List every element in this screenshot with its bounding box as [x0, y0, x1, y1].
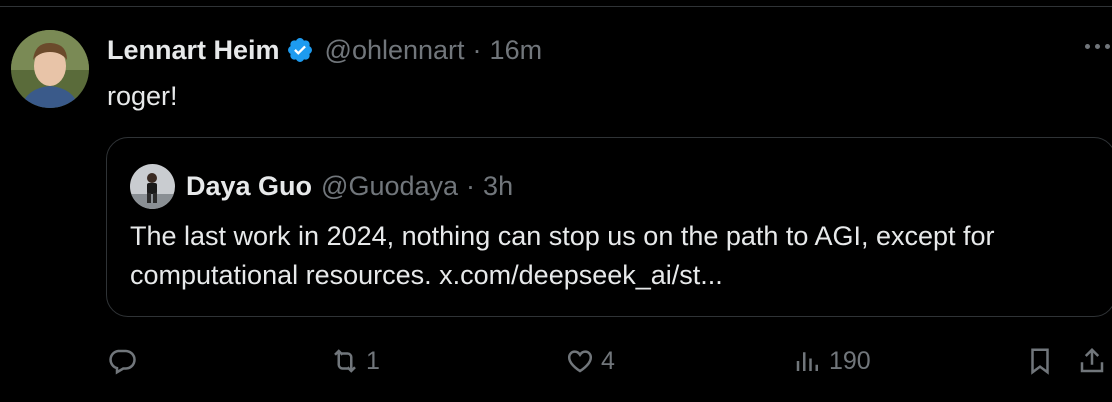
author-avatar[interactable]	[11, 30, 89, 108]
like-button[interactable]: 4	[565, 340, 615, 382]
quoted-author-name[interactable]: Daya Guo	[186, 171, 312, 202]
views-icon	[796, 352, 818, 371]
quoted-tweet[interactable]: Daya Guo @Guodaya · 3h The last work in …	[106, 137, 1112, 317]
quoted-tweet-header: Daya Guo @Guodaya · 3h	[130, 164, 513, 209]
divider	[0, 6, 1112, 7]
like-count: 4	[601, 346, 615, 375]
bookmark-icon	[1031, 348, 1049, 375]
tweet-time[interactable]: 16m	[490, 35, 543, 66]
tweet-text: roger!	[107, 81, 178, 111]
retweet-button[interactable]: 1	[330, 340, 380, 382]
quoted-separator: ·	[466, 171, 476, 201]
views-button[interactable]: 190	[793, 340, 871, 382]
retweet-icon	[334, 349, 356, 373]
author-name[interactable]: Lennart Heim	[107, 35, 280, 66]
reply-icon	[109, 349, 136, 375]
share-button[interactable]	[1077, 340, 1107, 382]
quoted-tweet-text: The last work in 2024, nothing can stop …	[130, 221, 995, 290]
author-handle[interactable]: @ohlennart	[325, 35, 465, 66]
share-icon	[1080, 347, 1104, 373]
more-icon[interactable]	[1085, 44, 1110, 49]
retweet-count: 1	[366, 346, 380, 375]
reply-button[interactable]	[107, 340, 143, 382]
quoted-time[interactable]: 3h	[483, 171, 513, 202]
quoted-author-avatar	[130, 164, 175, 209]
quoted-author-handle[interactable]: @Guodaya	[321, 171, 458, 202]
views-count: 190	[829, 346, 871, 375]
like-icon	[567, 350, 593, 373]
separator: ·	[472, 34, 482, 65]
action-bar: 1 4 190	[0, 340, 1112, 382]
verified-badge-icon	[286, 36, 314, 64]
bookmark-button[interactable]	[1025, 340, 1055, 382]
tweet-header: Lennart Heim @ohlennart · 16m	[107, 32, 542, 68]
